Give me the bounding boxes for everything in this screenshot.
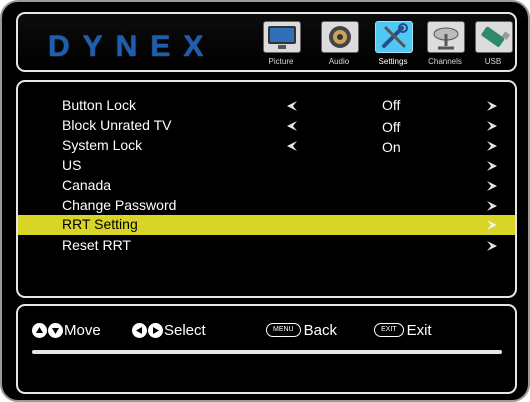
arrow-right-icon[interactable] <box>485 99 499 113</box>
tv-icon <box>263 21 301 53</box>
tab-picture[interactable]: Picture <box>258 19 304 71</box>
menu-item-change-password[interactable]: Change Password <box>18 196 515 216</box>
up-button-icon <box>32 322 47 338</box>
usb-drive-icon <box>475 21 513 53</box>
menu-item-label: US <box>62 157 82 173</box>
menu-item-label: Reset RRT <box>62 237 131 253</box>
satellite-dish-icon <box>427 21 465 53</box>
menu-item-value: Off <box>382 119 401 135</box>
menu-key-icon: MENU <box>266 323 301 337</box>
tab-usb[interactable]: USB <box>470 19 516 71</box>
osd-header: DYNEX Picture Audio Settings Channels US… <box>16 12 517 72</box>
arrow-left-icon[interactable] <box>285 119 299 133</box>
menu-item-value: Off <box>382 97 401 113</box>
hint-back-label: Back <box>303 321 337 339</box>
arrow-right-icon[interactable] <box>485 218 499 232</box>
brand-logo: DYNEX <box>48 30 217 63</box>
arrow-right-icon[interactable] <box>485 119 499 133</box>
tab-settings[interactable]: Settings <box>370 19 416 71</box>
menu-item-system-lock[interactable]: System Lock On <box>18 136 515 156</box>
speaker-icon <box>321 21 359 53</box>
menu-item-us[interactable]: US <box>18 156 515 176</box>
menu-item-value: On <box>382 139 401 155</box>
osd-frame: DYNEX Picture Audio Settings Channels US… <box>0 0 530 402</box>
exit-key-icon: EXIT <box>374 323 404 337</box>
menu-item-reset-rrt[interactable]: Reset RRT <box>18 236 515 256</box>
hint-exit-label: Exit <box>406 321 432 339</box>
arrow-right-icon[interactable] <box>485 239 499 253</box>
menu-item-label: Canada <box>62 177 112 193</box>
hint-select-label: Select <box>164 321 206 339</box>
arrow-right-icon[interactable] <box>485 179 499 193</box>
arrow-right-icon[interactable] <box>485 199 499 213</box>
arrow-left-icon[interactable] <box>285 99 299 113</box>
footer-divider <box>32 350 502 354</box>
arrow-left-icon[interactable] <box>285 139 299 153</box>
menu-item-label: Block Unrated TV <box>62 117 172 133</box>
menu-item-canada[interactable]: Canada <box>18 176 515 196</box>
hint-exit: EXIT Exit <box>374 320 432 340</box>
menu-item-label: System Lock <box>62 137 143 153</box>
menu-item-label: Button Lock <box>62 97 136 113</box>
left-button-icon <box>132 322 147 338</box>
menu-item-button-lock[interactable]: Button Lock Off <box>18 96 515 116</box>
tab-label: Audio <box>328 57 350 66</box>
help-bar: Move Select MENU Back EXIT Exit <box>16 304 517 394</box>
hint-select: Select <box>132 320 206 340</box>
down-button-icon <box>48 322 63 338</box>
menu-item-label: RRT Setting <box>62 216 138 232</box>
menu-item-rrt-setting[interactable]: RRT Setting <box>18 215 515 235</box>
arrow-right-icon[interactable] <box>485 139 499 153</box>
right-button-icon <box>148 322 163 338</box>
tab-label: USB <box>484 57 502 66</box>
hint-back: MENU Back <box>266 320 337 340</box>
menu-item-label: Change Password <box>62 197 177 213</box>
tab-label: Picture <box>268 57 294 66</box>
arrow-right-icon[interactable] <box>485 159 499 173</box>
settings-menu: Button Lock Off Block Unrated TV Off Sys… <box>16 80 517 298</box>
tools-icon <box>375 21 413 53</box>
hint-move: Move <box>32 320 101 340</box>
menu-item-block-unrated-tv[interactable]: Block Unrated TV Off <box>18 116 515 136</box>
tab-audio[interactable]: Audio <box>316 19 362 71</box>
hint-move-label: Move <box>64 321 101 339</box>
